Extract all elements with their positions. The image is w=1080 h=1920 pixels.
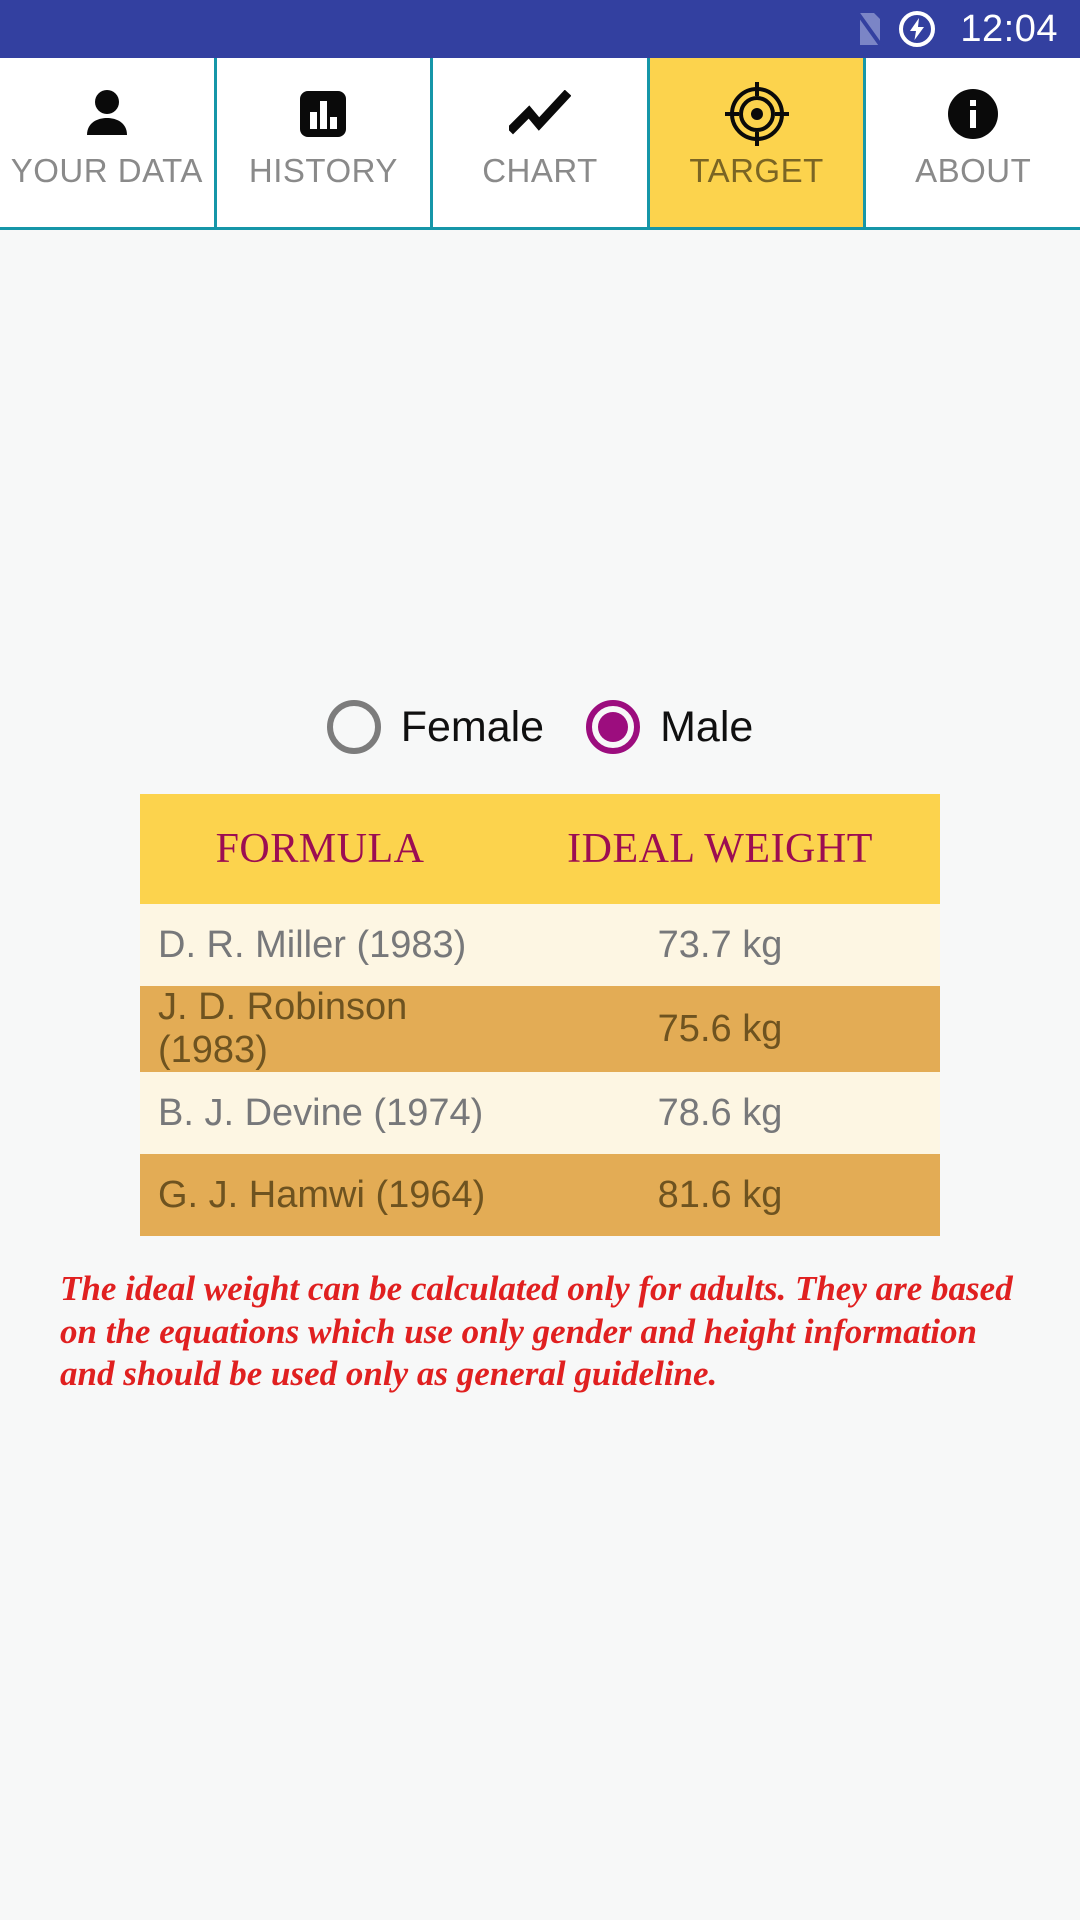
tab-label-target: TARGET (689, 152, 824, 189)
status-bar-clock: 12:04 (960, 8, 1058, 50)
cell-formula: D. R. Miller (1983) (140, 904, 500, 986)
radio-male-dot (598, 712, 629, 742)
person-icon (78, 82, 136, 146)
bar-chart-icon (295, 82, 351, 146)
cell-weight: 75.6 kg (500, 986, 940, 1072)
tab-chart[interactable]: CHART (433, 58, 650, 227)
tab-bar: YOUR DATA HISTORY CHART TARGET ABOUT (0, 58, 1080, 230)
table-header-row: FORMULA IDEAL WEIGHT (140, 794, 940, 904)
tab-target[interactable]: TARGET (649, 58, 867, 227)
table-row: B. J. Devine (1974) 78.6 kg (140, 1072, 940, 1154)
cell-formula: G. J. Hamwi (1964) (140, 1154, 500, 1236)
cell-formula: J. D. Robinson (1983) (140, 986, 500, 1072)
table-row: G. J. Hamwi (1964) 81.6 kg (140, 1154, 940, 1236)
gender-option-male[interactable]: Male (586, 700, 753, 754)
sim-off-icon (854, 9, 885, 49)
status-bar: 12:04 (0, 0, 1080, 58)
radio-male[interactable] (586, 700, 641, 754)
ideal-weight-table: FORMULA IDEAL WEIGHT D. R. Miller (1983)… (140, 794, 940, 1236)
cell-formula: B. J. Devine (1974) (140, 1072, 500, 1154)
target-crosshair-icon (724, 82, 789, 146)
charging-bolt-icon (898, 10, 936, 48)
tab-about[interactable]: ABOUT (866, 58, 1080, 227)
disclaimer-text: The ideal weight can be calculated only … (60, 1269, 1013, 1394)
gender-radio-group: Female Male (0, 700, 1080, 754)
cell-weight: 73.7 kg (500, 904, 940, 986)
tab-label-history: HISTORY (248, 152, 398, 189)
tab-your-data[interactable]: YOUR DATA (0, 58, 217, 227)
column-header-ideal-weight: IDEAL WEIGHT (500, 794, 940, 904)
column-header-formula: FORMULA (140, 794, 500, 904)
table-row: D. R. Miller (1983) 73.7 kg (140, 904, 940, 986)
radio-female[interactable] (326, 700, 381, 754)
tab-label-about: ABOUT (915, 152, 1032, 189)
gender-option-female[interactable]: Female (326, 700, 545, 754)
table-head: FORMULA IDEAL WEIGHT (140, 794, 940, 904)
cell-weight: 78.6 kg (500, 1072, 940, 1154)
gender-label-male: Male (660, 702, 754, 751)
info-circle-icon (945, 82, 1001, 146)
tab-label-chart: CHART (482, 152, 598, 189)
status-bar-icons: 12:04 (854, 9, 1058, 49)
table-body: D. R. Miller (1983) 73.7 kg J. D. Robins… (140, 904, 940, 1236)
tab-history[interactable]: HISTORY (216, 58, 434, 227)
target-panel: Female Male FORMULA IDEAL WEIGHT D. R. M… (0, 700, 1080, 1396)
line-chart-icon (508, 82, 571, 146)
cell-weight: 81.6 kg (500, 1154, 940, 1236)
gender-label-female: Female (400, 702, 545, 751)
table-row: J. D. Robinson (1983) 75.6 kg (140, 986, 940, 1072)
tab-label-your-data: YOUR DATA (10, 152, 203, 189)
